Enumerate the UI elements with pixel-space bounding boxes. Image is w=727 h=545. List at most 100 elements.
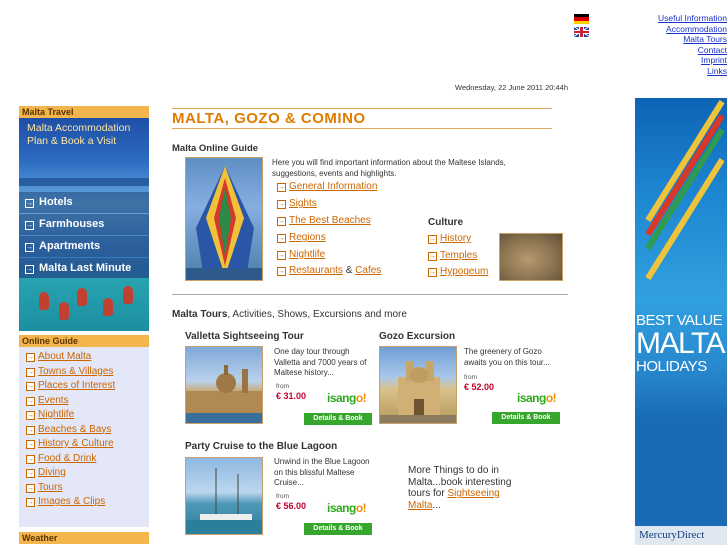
current-datetime: Wednesday, 22 June 2011 20:44h	[455, 83, 569, 92]
arrow-right-icon: →	[26, 425, 35, 435]
arrow-right-icon: →	[26, 440, 35, 449]
banner-intro-line1: Malta Accommodation	[27, 122, 131, 134]
arrow-right-icon: →	[25, 221, 34, 230]
top-link-useful-information[interactable]: Useful Information	[658, 13, 727, 24]
link-text[interactable]: Nightlife	[289, 249, 325, 260]
details-book-button-gozo[interactable]: Details & Book	[492, 412, 560, 424]
link-text[interactable]: History	[440, 233, 471, 244]
tour-from-label: from	[276, 383, 289, 390]
guide-link-towns-villages[interactable]: Towns & Villages	[38, 366, 113, 377]
guide-link-history-culture[interactable]: History & Culture	[38, 438, 114, 449]
link-text[interactable]: Sights	[289, 198, 317, 209]
sidebar-item-hotels[interactable]: → Hotels	[19, 192, 149, 213]
cafes-link[interactable]: Cafes	[355, 265, 381, 276]
guide-link-best-beaches[interactable]: → The Best Beaches	[277, 215, 371, 227]
list-item[interactable]: → Events	[26, 394, 149, 409]
isango-logo-suffix: o!	[545, 391, 557, 405]
banner-sea-strip	[19, 178, 149, 186]
guide-link-images-clips[interactable]: Images & Clips	[38, 496, 105, 507]
restaurants-link[interactable]: Restaurants	[289, 265, 343, 276]
online-guide-heading: Online Guide	[19, 335, 149, 347]
mercury-direct-ad[interactable]: BEST VALUE MALTA HOLIDAYS MercuryDirect	[635, 98, 727, 545]
tour-price-valletta: € 31.00	[276, 391, 307, 401]
boat-stripe-green	[645, 128, 725, 250]
guide-link-food-drink[interactable]: Food & Drink	[38, 453, 96, 464]
details-book-button-valletta[interactable]: Details & Book	[304, 413, 372, 425]
sidebar-item-label: Malta Last Minute	[39, 262, 132, 274]
top-link-links[interactable]: Links	[658, 66, 727, 77]
sidebar-item-farmhouses[interactable]: → Farmhouses	[19, 214, 149, 235]
tours-title-bold: Malta Tours	[172, 309, 228, 320]
arrow-right-icon: →	[26, 454, 35, 464]
guide-link-regions[interactable]: → Regions	[277, 232, 326, 244]
culture-link-history[interactable]: → History	[428, 233, 471, 245]
weather-heading: Weather	[19, 532, 149, 544]
sidebar-item-apartments[interactable]: → Apartments	[19, 236, 149, 257]
isango-logo-suffix: o!	[355, 391, 367, 405]
title-top-divider	[172, 108, 552, 109]
german-flag-icon[interactable]	[574, 14, 589, 24]
more-things-ellipsis: ...	[432, 499, 441, 511]
link-text[interactable]: Hypogeum	[440, 266, 488, 277]
guide-link-beaches-bays[interactable]: Beaches & Bays	[38, 424, 111, 435]
sidebar-item-last-minute[interactable]: → Malta Last Minute	[19, 258, 149, 279]
link-text[interactable]: General Information	[289, 181, 377, 192]
arrow-right-icon: →	[428, 235, 437, 244]
valletta-photo[interactable]	[185, 346, 263, 424]
top-link-imprint[interactable]: Imprint	[658, 55, 727, 66]
isango-logo-text: isang	[327, 391, 356, 405]
list-item[interactable]: → Nightlife	[26, 408, 149, 423]
page-title: MALTA, GOZO & COMINO	[172, 110, 366, 127]
guide-link-events[interactable]: Events	[38, 395, 69, 406]
list-item[interactable]: → About Malta	[26, 350, 149, 365]
link-text[interactable]: Regions	[289, 232, 326, 243]
list-item[interactable]: → Food & Drink	[26, 452, 149, 467]
list-item[interactable]: → Places of Interest	[26, 379, 149, 394]
ad-line-malta: MALTA	[636, 327, 726, 360]
weather-section: Weather	[19, 532, 149, 544]
list-item[interactable]: → Tours	[26, 481, 149, 496]
boat-stripe-yellow	[645, 100, 725, 222]
arrow-right-icon: →	[277, 234, 286, 243]
gozo-photo[interactable]	[379, 346, 457, 424]
top-navigation: Useful Information Accommodation Malta T…	[658, 13, 727, 76]
online-guide-list: → About Malta → Towns & Villages → Places o…	[19, 347, 149, 527]
tour-title-party-cruise[interactable]: Party Cruise to the Blue Lagoon	[185, 441, 337, 452]
tour-title-valletta[interactable]: Valletta Sightseeing Tour	[185, 331, 304, 342]
guide-link-restaurants-cafes: → Restaurants & Cafes	[277, 265, 381, 277]
guide-link-nightlife-main[interactable]: → Nightlife	[277, 249, 325, 261]
list-item[interactable]: → Diving	[26, 466, 149, 481]
link-text[interactable]: The Best Beaches	[289, 215, 371, 226]
culture-link-temples[interactable]: → Temples	[428, 250, 477, 262]
isango-logo: isango!	[327, 391, 367, 405]
guide-link-general-information[interactable]: → General Information	[277, 181, 377, 193]
list-item[interactable]: → History & Culture	[26, 437, 149, 452]
link-text[interactable]: Temples	[440, 250, 477, 261]
gozo-church-image	[380, 361, 456, 423]
swimmers-photo	[19, 278, 149, 331]
list-item[interactable]: → Beaches & Bays	[26, 423, 149, 438]
malta-travel-banner[interactable]: Malta Accommodation Plan & Book a Visit …	[19, 118, 149, 331]
isango-logo-text: isang	[327, 501, 356, 515]
culture-link-hypogeum[interactable]: → Hypogeum	[428, 266, 488, 278]
blue-lagoon-photo[interactable]	[185, 457, 263, 535]
boat-image	[186, 166, 262, 280]
guide-link-nightlife[interactable]: Nightlife	[38, 409, 74, 420]
guide-link-tours[interactable]: Tours	[38, 482, 62, 493]
guide-link-places-of-interest[interactable]: Places of Interest	[38, 380, 115, 391]
valletta-skyline-image	[186, 365, 262, 423]
list-item[interactable]: → Images & Clips	[26, 495, 149, 510]
guide-link-about-malta[interactable]: About Malta	[38, 351, 91, 362]
english-flag-icon[interactable]	[574, 27, 589, 37]
guide-link-sights[interactable]: → Sights	[277, 198, 317, 210]
tours-section-title: Malta Tours, Activities, Shows, Excursio…	[172, 309, 407, 320]
isango-logo: isango!	[517, 391, 557, 405]
ad-line-holidays: HOLIDAYS	[636, 358, 707, 375]
details-book-button-party-cruise[interactable]: Details & Book	[304, 523, 372, 535]
top-link-accommodation[interactable]: Accommodation	[658, 24, 727, 35]
tour-title-gozo[interactable]: Gozo Excursion	[379, 331, 455, 342]
guide-link-diving[interactable]: Diving	[38, 467, 66, 478]
top-link-contact[interactable]: Contact	[658, 45, 727, 56]
list-item[interactable]: → Towns & Villages	[26, 365, 149, 380]
top-link-malta-tours[interactable]: Malta Tours	[658, 34, 727, 45]
